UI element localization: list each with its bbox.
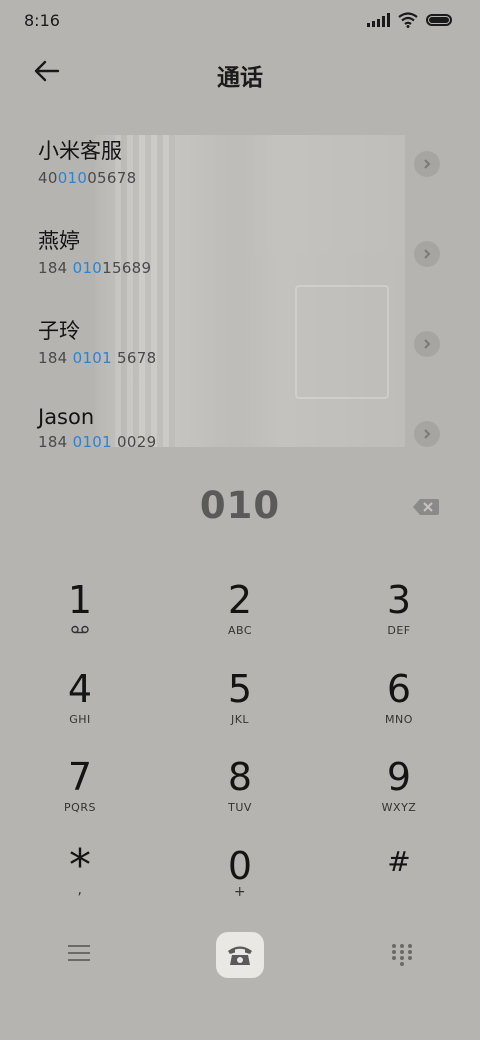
chevron-right-icon[interactable] xyxy=(414,241,440,267)
contact-number: 184 0101 5678 xyxy=(38,349,157,367)
key-2[interactable]: 2 ABC xyxy=(180,578,300,658)
chevron-right-icon[interactable] xyxy=(414,151,440,177)
wifi-icon xyxy=(398,12,418,28)
contact-number: 184 0101 0029 xyxy=(38,433,157,447)
voicemail-icon xyxy=(71,625,89,634)
chevron-right-icon[interactable] xyxy=(414,331,440,357)
signal-icon xyxy=(367,13,390,27)
key-7[interactable]: 7 PQRS xyxy=(20,755,140,835)
header: 通话 xyxy=(0,48,480,94)
contact-name: 子玲 xyxy=(38,319,80,343)
contact-suggestion-list[interactable]: 小米客服 4001005678 燕婷 184 01015689 子玲 184 0… xyxy=(0,115,480,447)
contact-item[interactable]: Jason 184 0101 0029 xyxy=(38,405,448,447)
contact-number: 4001005678 xyxy=(38,169,137,187)
key-4[interactable]: 4 GHI xyxy=(20,667,140,747)
key-9[interactable]: 9 WXYZ xyxy=(339,755,459,835)
dial-input-row: 010 xyxy=(0,480,480,536)
status-time: 8:16 xyxy=(24,11,60,30)
contact-name: Jason xyxy=(38,405,95,429)
phone-icon xyxy=(228,946,252,965)
key-1[interactable]: 1 xyxy=(20,578,140,658)
contact-number: 184 01015689 xyxy=(38,259,152,277)
key-hash[interactable]: # xyxy=(339,844,459,924)
key-8[interactable]: 8 TUV xyxy=(180,755,300,835)
backspace-icon[interactable] xyxy=(412,497,440,517)
contact-name: 小米客服 xyxy=(38,139,122,163)
key-star[interactable]: * , xyxy=(20,844,140,924)
menu-icon[interactable] xyxy=(68,945,90,965)
contact-item[interactable]: 小米客服 4001005678 xyxy=(38,135,448,215)
key-5[interactable]: 5 JKL xyxy=(180,667,300,747)
contact-name: 燕婷 xyxy=(38,229,80,253)
contact-item[interactable]: 燕婷 184 01015689 xyxy=(38,225,448,305)
dialpad-icon[interactable] xyxy=(392,944,412,966)
battery-icon xyxy=(426,14,452,26)
bottom-bar xyxy=(0,930,480,980)
chevron-right-icon[interactable] xyxy=(414,421,440,447)
key-0[interactable]: 0 + xyxy=(180,844,300,924)
status-icons xyxy=(367,12,452,28)
page-title: 通话 xyxy=(217,65,263,91)
key-3[interactable]: 3 DEF xyxy=(339,578,459,658)
call-button[interactable] xyxy=(216,932,264,978)
dial-input-value[interactable]: 010 xyxy=(0,484,480,527)
contact-item[interactable]: 子玲 184 0101 5678 xyxy=(38,315,448,395)
key-6[interactable]: 6 MNO xyxy=(339,667,459,747)
status-bar: 8:16 xyxy=(0,0,480,40)
